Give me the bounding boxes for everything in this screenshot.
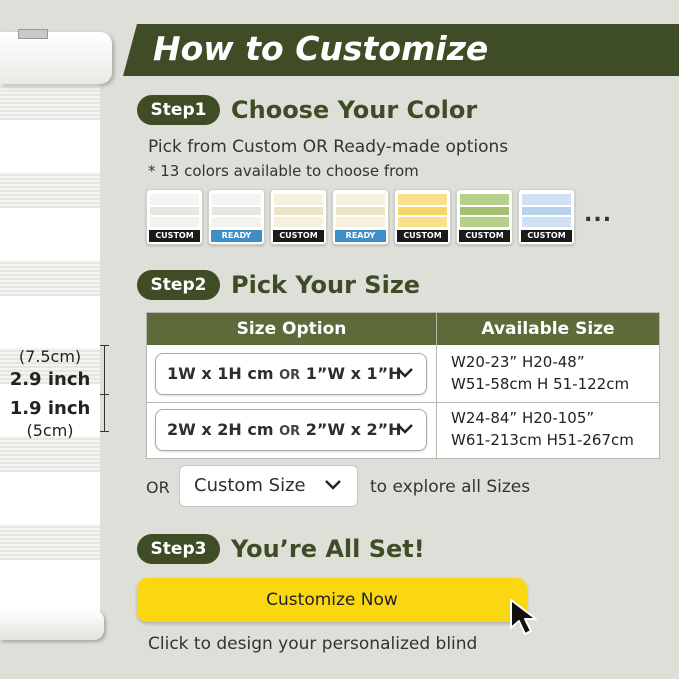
custom-size-select[interactable]: Custom Size: [179, 465, 358, 507]
swatch-fabric-stripe: [522, 194, 571, 205]
color-swatch[interactable]: CUSTOM: [270, 189, 327, 245]
color-swatch[interactable]: CUSTOM: [518, 189, 575, 245]
custom-size-label: Custom Size: [194, 475, 306, 496]
swatch-tag: CUSTOM: [149, 230, 200, 242]
dimension-bottom-inch: 1.9 inch: [9, 398, 91, 419]
swatch-tag: CUSTOM: [521, 230, 572, 242]
swatch-fabric-stripe: [336, 217, 385, 227]
swatch-fabric-stripe: [460, 194, 509, 205]
step1-subtitle: Pick from Custom OR Ready-made options: [148, 137, 509, 157]
page-title: How to Customize: [153, 29, 489, 68]
customize-caption: Click to design your personalized blind: [148, 634, 478, 654]
swatch-fabric-stripe: [336, 207, 385, 215]
color-swatch[interactable]: READY MADE: [208, 189, 265, 245]
chevron-down-icon: [397, 368, 413, 378]
step3-badge: Step3: [137, 534, 220, 564]
size-option-label-2: 2W x 2H cm OR 2”W x 2”H: [167, 420, 402, 439]
blind-headrail: [0, 32, 112, 84]
or-label: OR: [146, 478, 170, 497]
step2-badge: Step2: [137, 270, 220, 300]
table-row-1-available: W20-23” H20-48” W51-58cm H 51-122cm: [451, 351, 629, 395]
swatch-fabric-stripe: [212, 194, 261, 205]
size-option-select-1[interactable]: 1W x 1H cm OR 1”W x 1”H: [155, 353, 427, 395]
swatch-fabric-stripe: [398, 207, 447, 215]
color-swatch[interactable]: READY MADE: [332, 189, 389, 245]
dimension-tick-bottom: [100, 431, 109, 432]
size-option-select-2[interactable]: 2W x 2H cm OR 2”W x 2”H: [155, 409, 427, 451]
swatch-tag: CUSTOM: [273, 230, 324, 242]
swatch-tag: READY MADE: [335, 230, 386, 244]
swatch-fabric-stripe: [212, 217, 261, 227]
swatch-tag: CUSTOM: [397, 230, 448, 242]
customize-now-button[interactable]: Customize Now: [137, 578, 527, 622]
swatch-fabric-stripe: [212, 207, 261, 215]
dimension-line: [104, 345, 105, 431]
color-swatch[interactable]: CUSTOM: [394, 189, 451, 245]
swatch-fabric-stripe: [398, 217, 447, 227]
swatch-tag: READY MADE: [211, 230, 262, 244]
swatch-fabric-stripe: [150, 217, 199, 227]
swatch-fabric-stripe: [150, 194, 199, 205]
dimension-tick-top: [100, 345, 109, 346]
swatch-fabric-stripe: [274, 217, 323, 227]
swatch-fabric-stripe: [460, 207, 509, 215]
size-table: Size Option Available Size 1W x 1H cm OR…: [146, 312, 660, 459]
dimension-tick-mid: [100, 394, 109, 395]
swatch-fabric-stripe: [274, 207, 323, 215]
swatch-fabric-stripe: [522, 207, 571, 215]
available-size-inches-2: W24-84” H20-105”: [451, 409, 595, 427]
step1-title: Choose Your Color: [231, 96, 478, 124]
swatch-fabric-stripe: [460, 217, 509, 227]
available-size-inches-1: W20-23” H20-48”: [451, 353, 585, 371]
mouse-cursor-icon: [510, 599, 537, 635]
color-swatch[interactable]: CUSTOM: [146, 189, 203, 245]
swatch-fabric-stripe: [398, 194, 447, 205]
blind-illustration: [0, 29, 112, 640]
step2-title: Pick Your Size: [231, 271, 421, 299]
step1-note: * 13 colors available to choose from: [148, 162, 419, 180]
chevron-down-icon: [325, 480, 341, 490]
header-banner: How to Customize: [123, 24, 679, 76]
step3-title: You’re All Set!: [231, 535, 425, 563]
explore-sizes-text: to explore all Sizes: [370, 477, 531, 497]
step1-badge: Step1: [137, 95, 220, 125]
dimension-bottom-cm: (5cm): [26, 421, 74, 440]
swatch-fabric-stripe: [274, 194, 323, 205]
color-swatch[interactable]: CUSTOM: [456, 189, 513, 245]
swatch-fabric-stripe: [522, 217, 571, 227]
dimension-top-cm: (7.5cm): [18, 347, 82, 366]
column-header-available-size: Available Size: [481, 319, 615, 339]
blind-bracket: [18, 29, 48, 39]
dimension-top-inch: 2.9 inch: [9, 369, 91, 390]
size-option-label-1: 1W x 1H cm OR 1”W x 1”H: [167, 364, 402, 383]
column-header-size-option: Size Option: [236, 319, 347, 339]
table-row-2-available: W24-84” H20-105” W61-213cm H51-267cm: [451, 407, 634, 451]
swatch-fabric-stripe: [336, 194, 385, 205]
blind-bottom-rail: [0, 610, 104, 640]
available-size-cm-2: W61-213cm H51-267cm: [451, 431, 634, 449]
swatch-tag: CUSTOM: [459, 230, 510, 242]
chevron-down-icon: [397, 424, 413, 434]
more-colors-indicator[interactable]: ...: [584, 202, 612, 227]
available-size-cm-1: W51-58cm H 51-122cm: [451, 375, 630, 393]
swatch-fabric-stripe: [150, 207, 199, 215]
